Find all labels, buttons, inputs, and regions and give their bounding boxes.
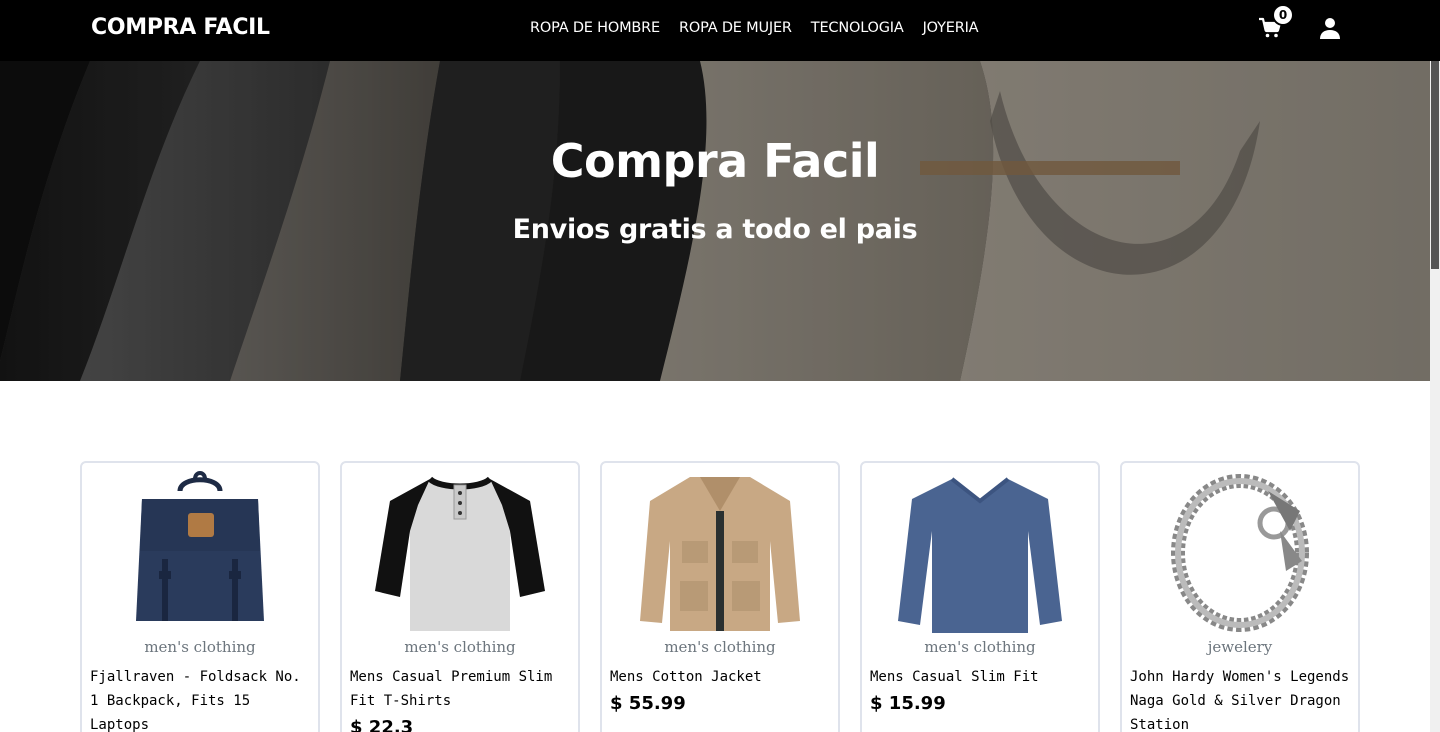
product-title[interactable]: Mens Casual Premium Slim Fit T-Shirts	[350, 665, 574, 713]
product-image-henley-shirt[interactable]	[342, 471, 578, 635]
product-card[interactable]: men's clothing Mens Cotton Jacket $ 55.9…	[600, 461, 840, 732]
product-category: men's clothing	[664, 638, 776, 656]
product-card[interactable]: men's clothing Mens Casual Premium Slim …	[340, 461, 580, 732]
product-title[interactable]: John Hardy Women's Legends Naga Gold & S…	[1130, 665, 1354, 732]
product-grid: men's clothing Fjallraven - Foldsack No.…	[80, 461, 1360, 732]
dragon-bracelet-image	[1171, 474, 1309, 632]
product-card[interactable]: men's clothing Mens Casual Slim Fit $ 15…	[860, 461, 1100, 732]
product-category: men's clothing	[404, 638, 516, 656]
jacket-image	[640, 477, 800, 631]
user-account-button[interactable]	[1320, 17, 1340, 39]
product-image-jacket[interactable]	[602, 471, 838, 635]
brand-logo-link[interactable]: COMPRA FACIL	[91, 15, 270, 40]
nav-links: ROPA DE HOMBRE ROPA DE MUJER TECNOLOGIA …	[530, 20, 997, 36]
page-scrollbar[interactable]	[1430, 61, 1440, 732]
nav-link-tecnologia[interactable]: TECNOLOGIA	[811, 20, 904, 36]
product-title[interactable]: Mens Casual Slim Fit	[870, 665, 1094, 689]
product-price: $ 55.99	[610, 693, 686, 714]
nav-link-ropa-hombre[interactable]: ROPA DE HOMBRE	[530, 20, 660, 36]
henley-shirt-image	[375, 476, 545, 631]
product-category: jewelery	[1207, 638, 1273, 656]
nav-link-joyeria[interactable]: JOYERIA	[923, 20, 979, 36]
user-icon	[1320, 18, 1340, 39]
product-category: men's clothing	[144, 638, 256, 656]
product-category: men's clothing	[924, 638, 1036, 656]
nav-link-ropa-mujer[interactable]: ROPA DE MUJER	[679, 20, 792, 36]
scrollbar-thumb[interactable]	[1431, 61, 1439, 269]
top-navbar: COMPRA FACIL ROPA DE HOMBRE ROPA DE MUJE…	[0, 0, 1440, 61]
product-card[interactable]: men's clothing Fjallraven - Foldsack No.…	[80, 461, 320, 732]
product-title[interactable]: Fjallraven - Foldsack No. 1 Backpack, Fi…	[90, 665, 314, 732]
backpack-image	[136, 471, 264, 621]
product-price: $ 22.3	[350, 717, 414, 732]
product-card[interactable]: jewelery John Hardy Women's Legends Naga…	[1120, 461, 1360, 732]
product-title[interactable]: Mens Cotton Jacket	[610, 665, 834, 689]
hero-title: Compra Facil	[550, 134, 880, 188]
product-price: $ 15.99	[870, 693, 946, 714]
long-sleeve-shirt-image	[898, 477, 1062, 633]
cart-button[interactable]: 0	[1258, 4, 1294, 42]
cart-count-badge: 0	[1272, 4, 1294, 26]
product-image-long-sleeve-shirt[interactable]	[862, 471, 1098, 635]
product-image-dragon-bracelet[interactable]	[1122, 471, 1358, 635]
hero-banner: Compra Facil Envios gratis a todo el pai…	[0, 61, 1430, 381]
hero-subtitle: Envios gratis a todo el pais	[512, 214, 918, 245]
product-image-backpack[interactable]	[82, 471, 318, 635]
